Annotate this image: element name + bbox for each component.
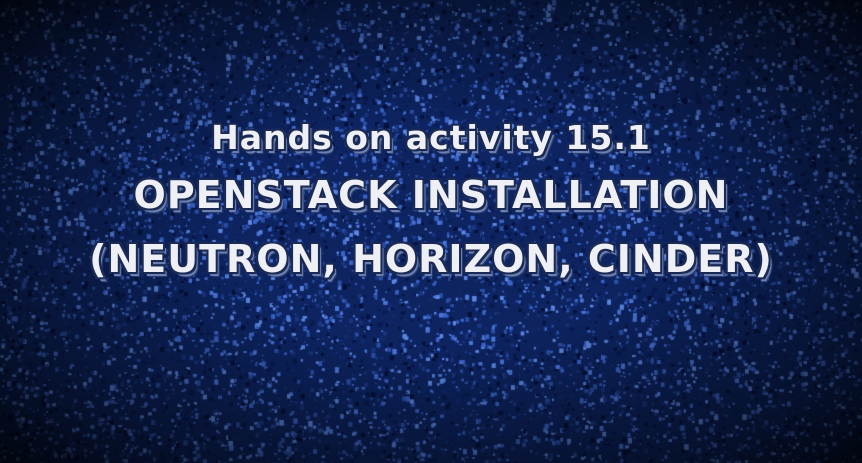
- slide-subtitle: Hands on activity 15.1: [211, 118, 651, 157]
- slide-title-block: Hands on activity 15.1 OPENSTACK INSTALL…: [0, 118, 862, 281]
- slide-title: OPENSTACK INSTALLATION: [133, 173, 729, 217]
- slide-title-components: (NEUTRON, HORIZON, CINDER): [89, 237, 773, 281]
- slide-background: Hands on activity 15.1 OPENSTACK INSTALL…: [0, 0, 862, 463]
